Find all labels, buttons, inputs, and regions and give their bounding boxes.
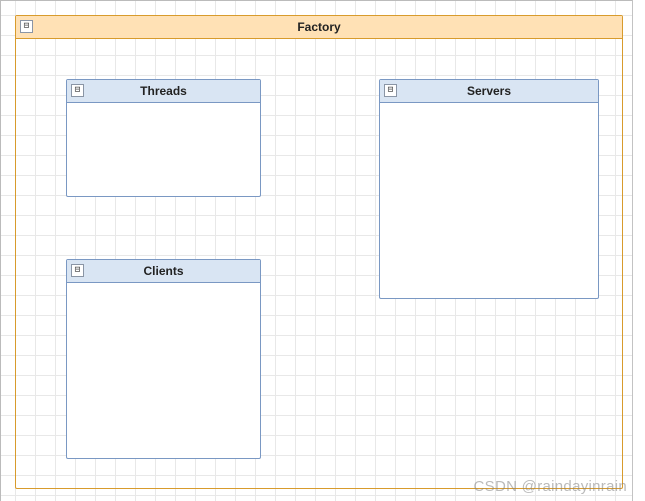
clients-collapse-button[interactable]: ⊟ <box>71 264 84 277</box>
ruler-horizontal <box>0 0 645 1</box>
clients-title: Clients <box>143 264 183 278</box>
factory-container[interactable]: ⊟ Factory ⊟ Threads ⊟ Servers ⊟ Clients <box>15 15 623 489</box>
diagram-canvas[interactable]: ⊟ Factory ⊟ Threads ⊟ Servers ⊟ Clients … <box>0 0 645 501</box>
ruler-vertical <box>0 0 1 501</box>
servers-header[interactable]: ⊟ Servers <box>380 80 598 103</box>
threads-header[interactable]: ⊟ Threads <box>67 80 260 103</box>
clients-header[interactable]: ⊟ Clients <box>67 260 260 283</box>
factory-header[interactable]: ⊟ Factory <box>16 16 622 39</box>
clients-container[interactable]: ⊟ Clients <box>66 259 261 459</box>
servers-title: Servers <box>467 84 511 98</box>
threads-collapse-button[interactable]: ⊟ <box>71 84 84 97</box>
threads-title: Threads <box>140 84 187 98</box>
servers-container[interactable]: ⊟ Servers <box>379 79 599 299</box>
threads-container[interactable]: ⊟ Threads <box>66 79 261 197</box>
page-edge <box>632 0 645 501</box>
servers-collapse-button[interactable]: ⊟ <box>384 84 397 97</box>
factory-collapse-button[interactable]: ⊟ <box>20 20 33 33</box>
factory-title: Factory <box>297 20 340 34</box>
